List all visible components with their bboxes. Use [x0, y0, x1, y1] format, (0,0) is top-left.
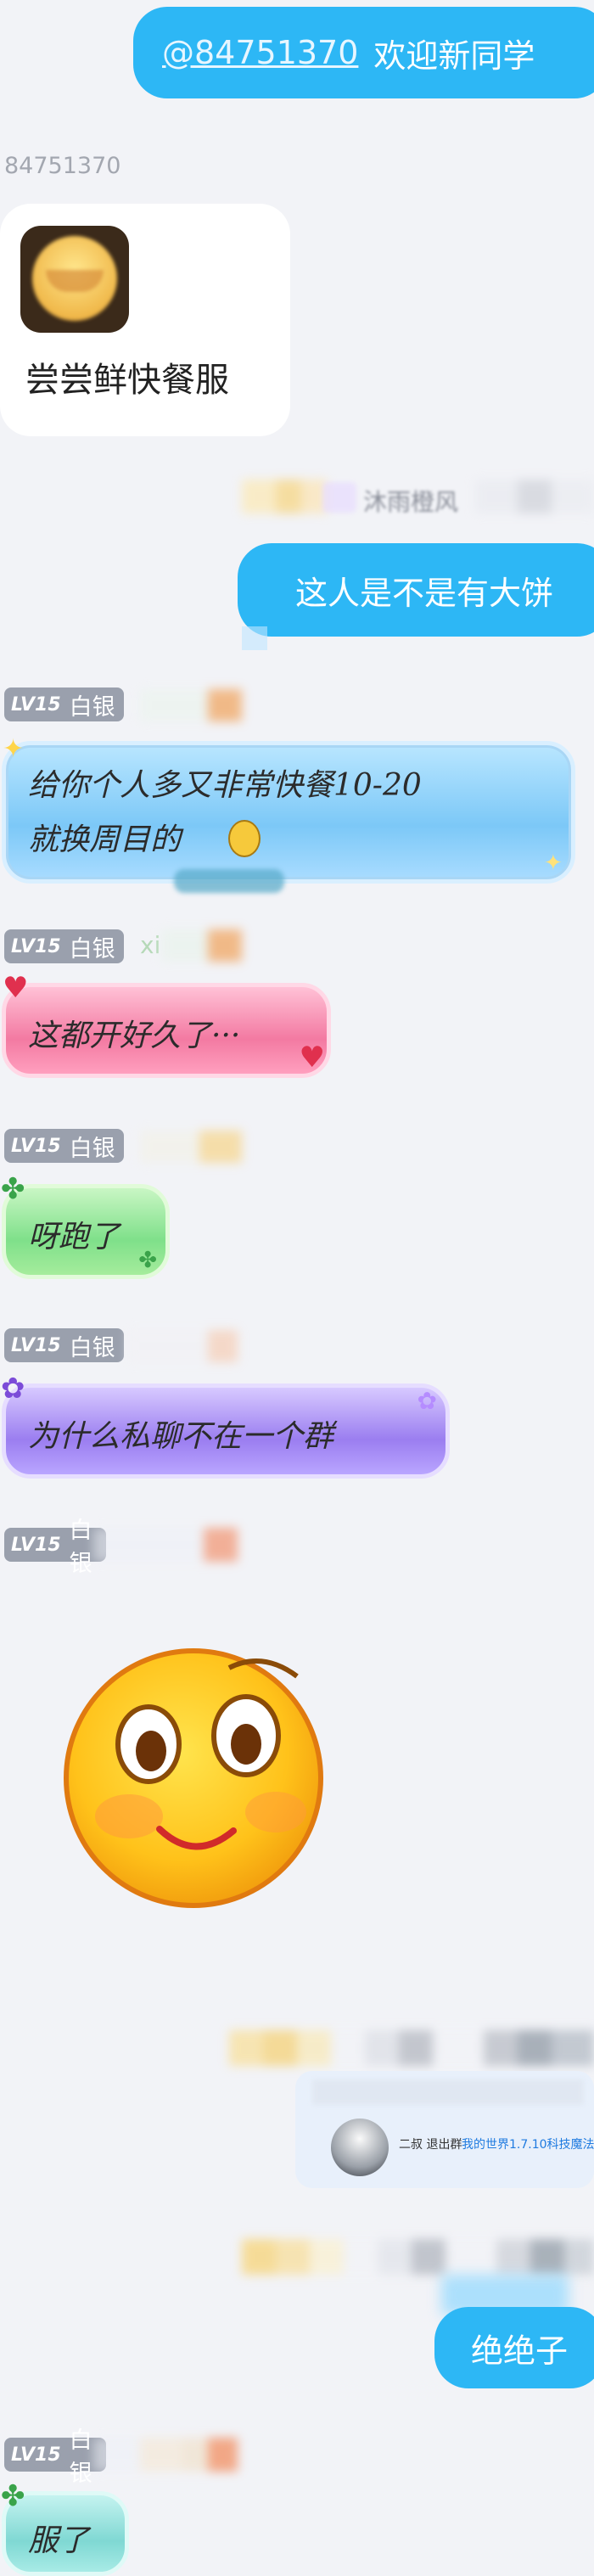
message-bubble-theirs-1[interactable]: 给你个人多又非常快餐10-20 就换周目的 ✦ ✦: [2, 737, 575, 884]
mention-link[interactable]: @84751370: [162, 34, 358, 71]
message-text: 给你个人多又非常快餐10-20: [28, 768, 422, 803]
level-badge: LV15 白银: [4, 1518, 106, 1577]
level-number: LV15: [11, 935, 61, 957]
bubble-bottom-decoration: [174, 869, 284, 893]
message-bubble-theirs-2[interactable]: 这都开好久了··· ♥ ♥: [2, 974, 331, 1078]
level-badge: LV15 白银: [4, 1328, 124, 1362]
sticker-emoji-icon: [20, 226, 129, 333]
heart-decoration-icon: ♥: [3, 971, 29, 1005]
card-prefix: 二叔 退出群: [399, 2138, 462, 2152]
level-badge: LV15 白银: [4, 1129, 124, 1163]
sender-name: 84751370: [4, 153, 121, 179]
my-name-mosaic: [229, 2030, 594, 2066]
message-text: 这都开好久了···: [28, 1019, 241, 1053]
level-number: LV15: [11, 693, 61, 716]
shared-message-card[interactable]: 二叔 退出群 我的世界1.7.10科技魔法: [295, 2071, 594, 2188]
owner-avatar-mosaic: [242, 480, 327, 514]
clover-decoration-icon: ✤: [138, 1248, 157, 1273]
message-text: 就换周目的: [28, 822, 182, 857]
message-bubble-theirs-3[interactable]: 呀跑了 ✤ ✤: [1, 1175, 170, 1279]
owner-badge: [322, 482, 356, 513]
clover-decoration-icon: ✤: [1, 1172, 25, 1206]
rank-name: 白银: [69, 1135, 115, 1162]
message-bubble-mine-2[interactable]: 绝绝子: [434, 2307, 594, 2388]
sender-name-mosaic: [140, 689, 242, 721]
message-text: 呀跑了: [28, 1220, 120, 1254]
level-number: LV15: [11, 2444, 61, 2466]
owner-extra-mosaic: [475, 480, 594, 514]
level-number: LV15: [11, 1334, 61, 1356]
level-badge: LV15 白银: [4, 929, 124, 963]
bubble-tail-decoration: [242, 626, 267, 650]
star-decoration-icon: ✦: [544, 850, 563, 876]
owner-name: 沐雨橙风: [363, 488, 459, 516]
card-link[interactable]: 我的世界1.7.10科技魔法: [462, 2135, 594, 2152]
sticker-caption: 尝尝鲜快餐服: [25, 361, 229, 400]
message-text: 为什么私聊不在一个群: [28, 1419, 334, 1454]
level-number: LV15: [11, 1534, 61, 1556]
level-badge: LV15 白银: [4, 2427, 106, 2487]
sender-name-mosaic: [161, 929, 242, 962]
level-number: LV15: [11, 1135, 61, 1157]
message-bubble-mine-1[interactable]: 这人是不是有大饼: [238, 543, 594, 637]
flower-decoration-icon: ✿: [1, 1372, 25, 1406]
message-bubble-theirs-4[interactable]: 为什么私聊不在一个群 ✿ ✿: [1, 1374, 450, 1479]
sender-name-mosaic: [93, 1528, 238, 1562]
sender-name: xi: [140, 931, 161, 959]
message-text: 欢迎新同学: [373, 36, 535, 75]
sender-name-mosaic: [140, 1131, 242, 1163]
smile-emoji-icon: [228, 820, 261, 857]
clover-decoration-icon: ✤: [1, 2479, 25, 2513]
heart-decoration-icon: ♥: [299, 1041, 325, 1075]
sticker-card[interactable]: 尝尝鲜快餐服: [0, 204, 290, 436]
star-decoration-icon: ✦: [3, 734, 25, 764]
sender-name-mosaic: [93, 2438, 238, 2472]
message-bubble-welcome[interactable]: @84751370 欢迎新同学: [133, 7, 594, 98]
avatar: [331, 2119, 389, 2176]
level-badge: LV15 白银: [4, 687, 124, 721]
sender-name-mosaic: [127, 1330, 238, 1362]
message-bubble-theirs-5[interactable]: 服了 ✤: [1, 2482, 129, 2576]
message-text: 服了: [28, 2523, 90, 2558]
rank-name: 白银: [69, 1334, 115, 1361]
rank-name: 白银: [69, 935, 115, 962]
rank-name: 白银: [69, 693, 115, 721]
smile-emoji-sticker-icon[interactable]: [59, 1642, 331, 1914]
flower-decoration-icon: ✿: [417, 1387, 437, 1415]
my-name-mosaic: [242, 2239, 594, 2275]
card-header-blur: [312, 2079, 584, 2105]
